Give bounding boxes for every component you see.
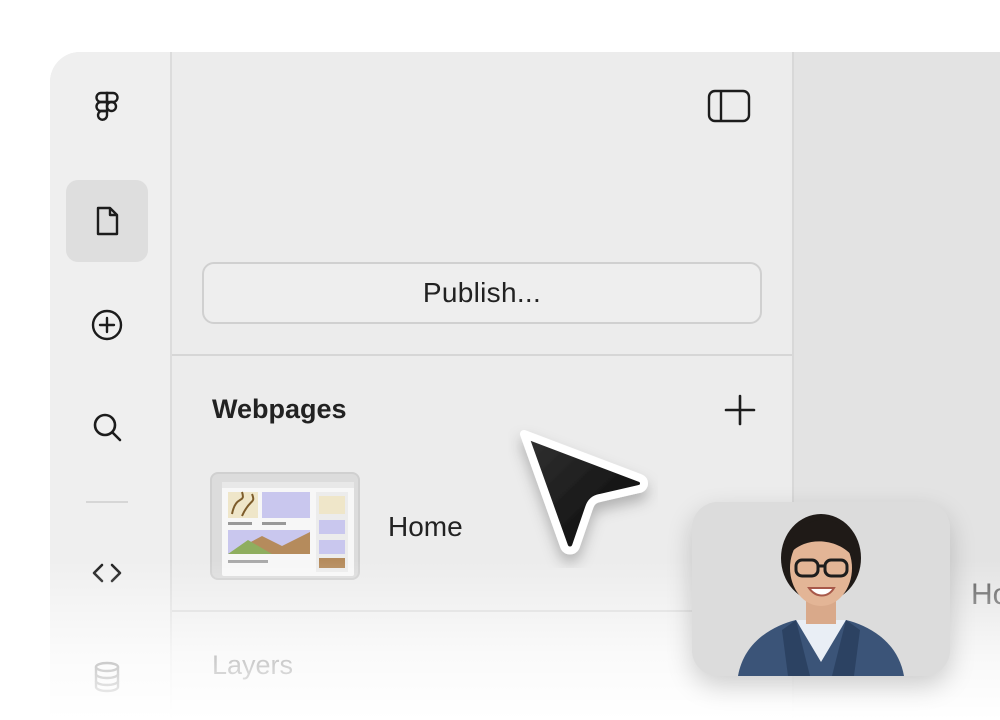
rail-divider (86, 501, 128, 503)
insert-button[interactable] (66, 284, 148, 366)
sidebar-toggle-icon (707, 89, 751, 123)
collaborator-avatar-card (692, 502, 950, 676)
search-icon (93, 413, 122, 442)
plus-icon (724, 394, 756, 426)
page-thumbnail[interactable] (210, 472, 360, 580)
add-page-button[interactable] (720, 390, 760, 430)
file-icon (96, 206, 119, 236)
pointer-cursor-icon (520, 430, 648, 555)
pages-button[interactable] (66, 180, 148, 262)
figma-logo-button[interactable] (66, 66, 148, 148)
code-button[interactable] (66, 532, 148, 614)
canvas-frame-label: Ho (971, 578, 1000, 611)
toggle-sidebar-button[interactable] (706, 86, 752, 126)
figma-logo-icon (95, 91, 119, 121)
publish-button[interactable]: Publish... (202, 262, 762, 324)
panel-divider (172, 354, 792, 356)
layers-heading: Layers (212, 650, 294, 680)
icon-rail (50, 52, 172, 720)
collaborator-avatar (692, 502, 950, 676)
plus-circle-icon (91, 309, 123, 341)
search-button[interactable] (66, 386, 148, 468)
database-button[interactable] (66, 636, 148, 718)
database-icon (94, 661, 120, 693)
code-icon (92, 563, 122, 583)
page-preview-image (222, 482, 354, 576)
webpages-heading: Webpages (212, 394, 347, 424)
page-item-home[interactable]: Home (388, 511, 463, 543)
